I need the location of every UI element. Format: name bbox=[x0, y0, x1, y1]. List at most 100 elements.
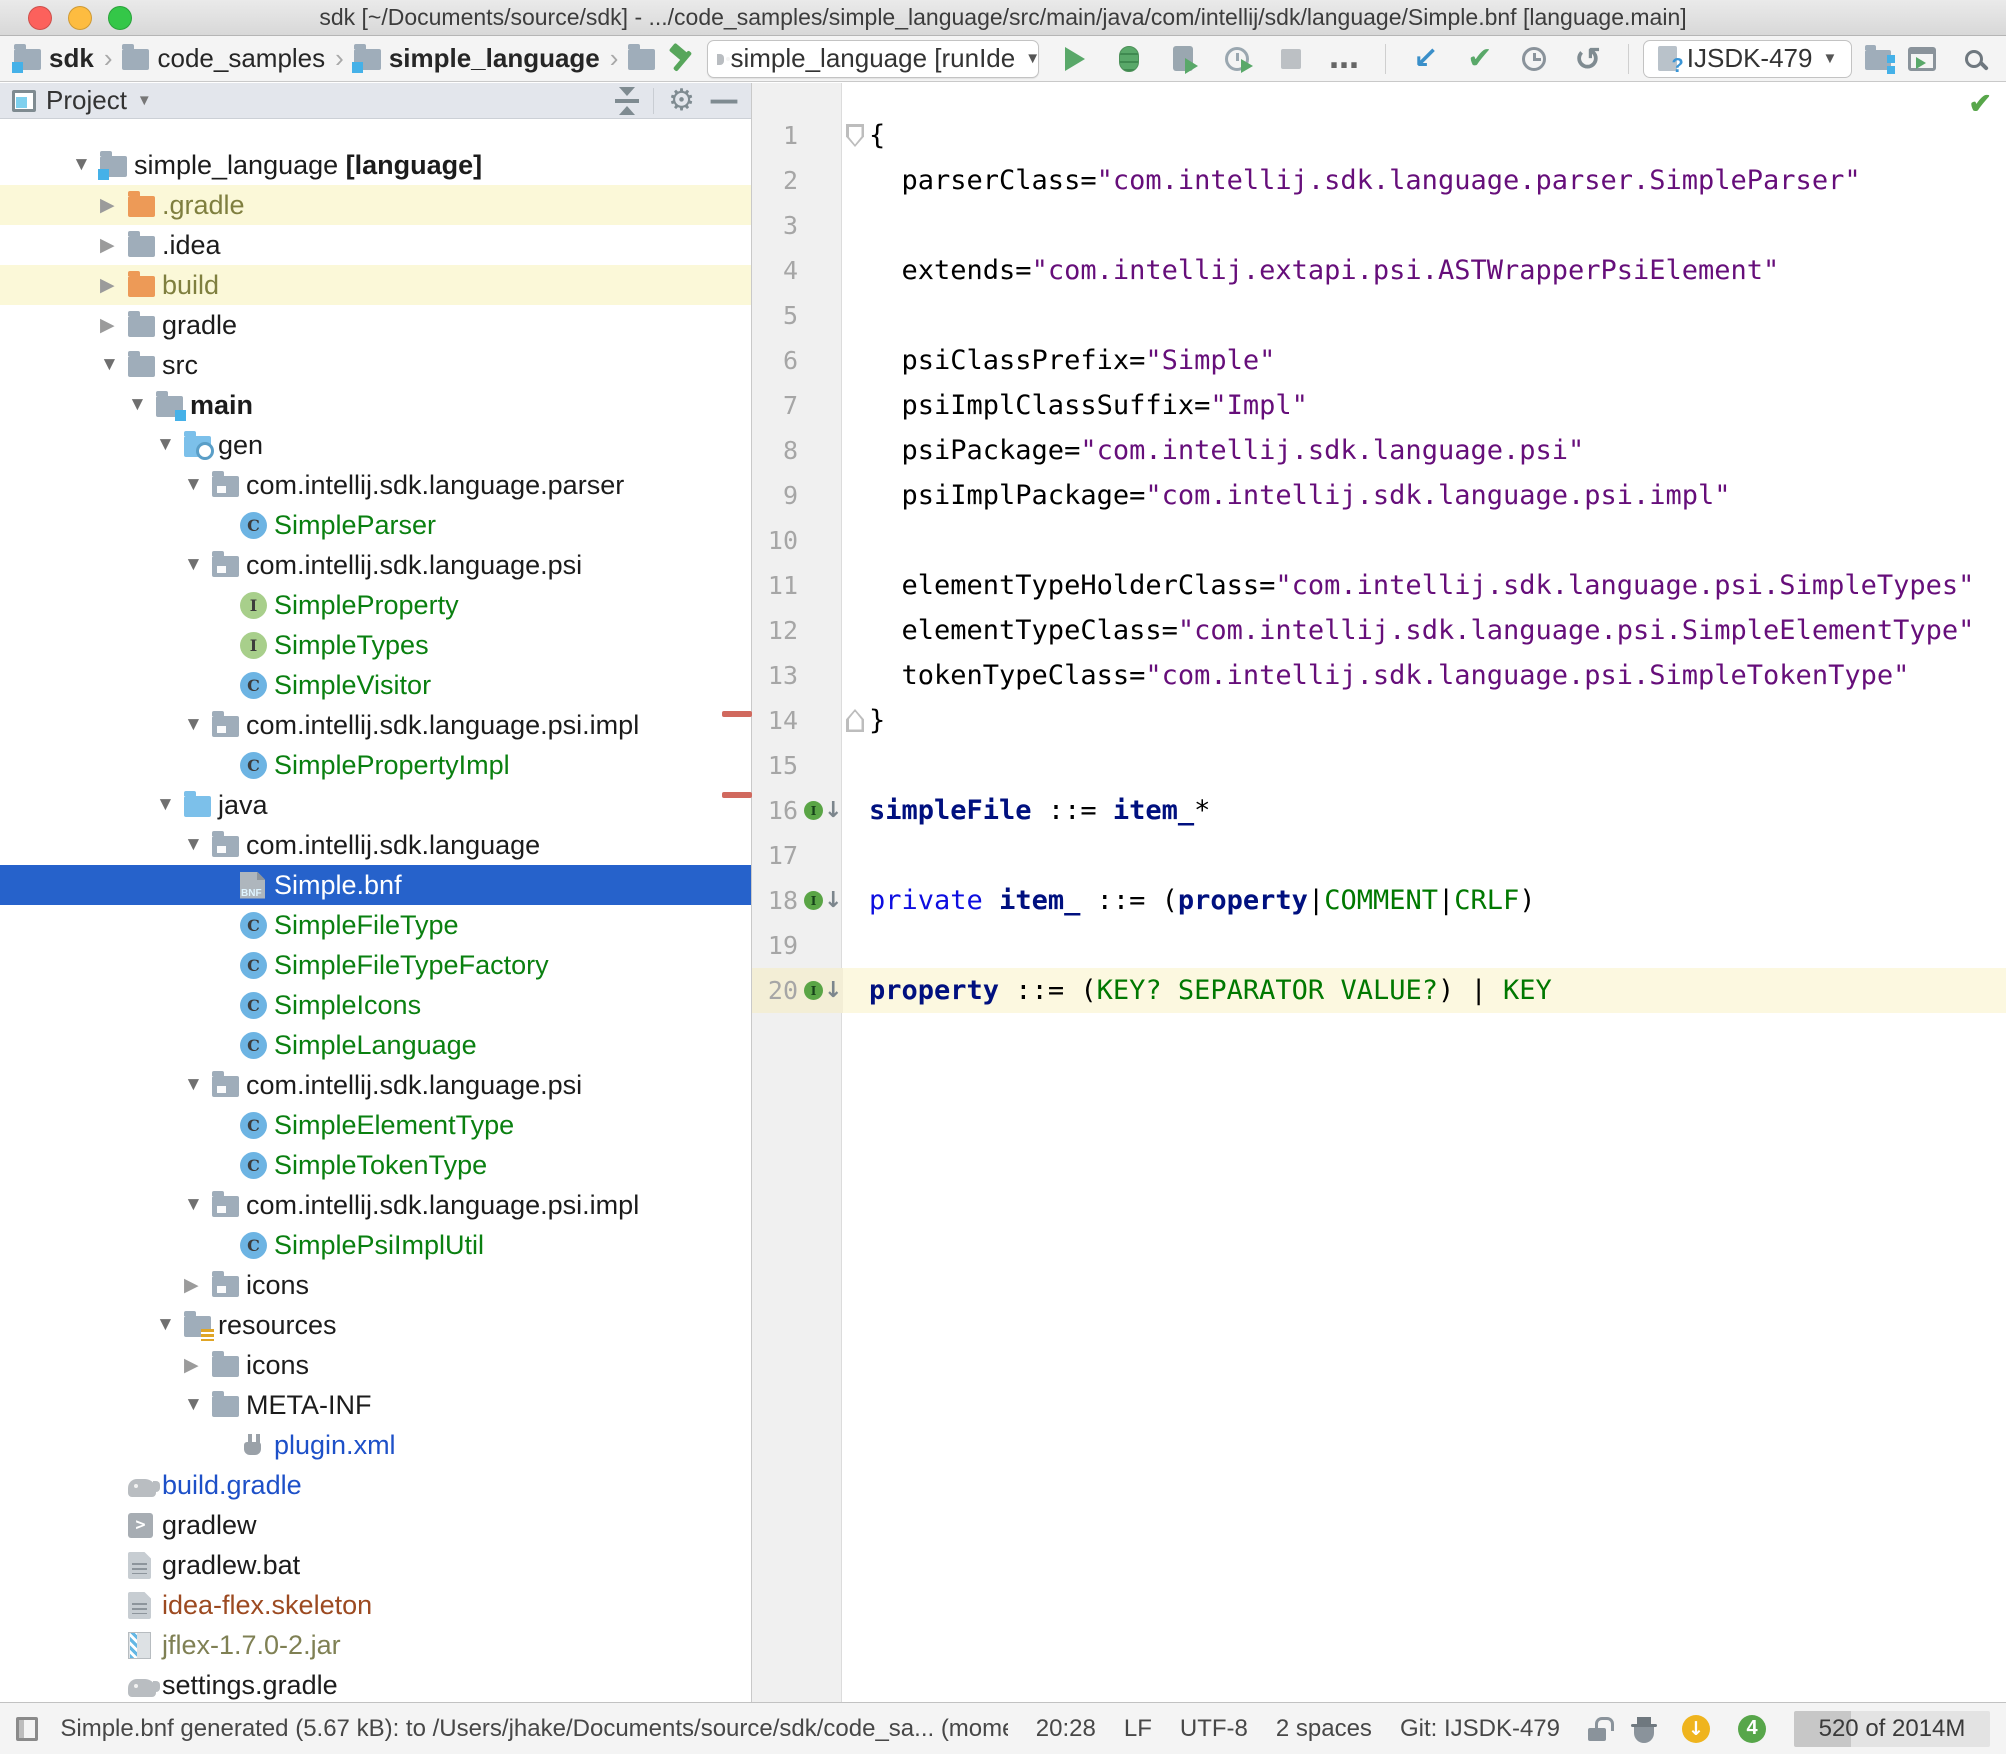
editor-line-2[interactable]: 2 parserClass="com.intellij.sdk.language… bbox=[752, 158, 2006, 203]
tree-item-simpleproperty[interactable]: ISimpleProperty bbox=[0, 585, 751, 625]
tree-item-simplefiletype[interactable]: CSimpleFileType bbox=[0, 905, 751, 945]
encoding-widget[interactable]: UTF-8 bbox=[1180, 1715, 1248, 1743]
editor-line-4[interactable]: 4 extends="com.intellij.extapi.psi.ASTWr… bbox=[752, 248, 2006, 293]
editor-line-15[interactable]: 15 bbox=[752, 743, 2006, 788]
chevron-down-icon[interactable]: ▼ bbox=[137, 92, 152, 109]
update-project-button[interactable]: ↙ bbox=[1408, 41, 1444, 77]
rollback-button[interactable]: ↺ bbox=[1570, 41, 1606, 77]
breadcrumb-item-simple-language[interactable]: simple_language bbox=[354, 43, 600, 74]
chevron-collapsed-icon[interactable]: ▶ bbox=[100, 234, 128, 257]
chevron-expanded-icon[interactable]: ▼ bbox=[184, 1074, 212, 1096]
editor-line-16[interactable]: 16I↓simpleFile ::= item_* bbox=[752, 788, 2006, 833]
caret-position-widget[interactable]: 20:28 bbox=[1036, 1715, 1096, 1743]
editor-line-13[interactable]: 13 tokenTypeClass="com.intellij.sdk.lang… bbox=[752, 653, 2006, 698]
tool-window-bars-toggle-icon[interactable] bbox=[16, 1717, 38, 1741]
code-editor[interactable]: 1{2 parserClass="com.intellij.sdk.langua… bbox=[752, 83, 2006, 1702]
tree-item-com-intellij-sdk-language-psi[interactable]: ▼com.intellij.sdk.language.psi bbox=[0, 1065, 751, 1105]
breadcrumb-item-sdk[interactable]: sdk bbox=[14, 43, 94, 74]
tree-item-build[interactable]: ▶build bbox=[0, 265, 751, 305]
line-separator-widget[interactable]: LF bbox=[1124, 1715, 1152, 1743]
stop-button[interactable] bbox=[1273, 41, 1309, 77]
project-panel-title[interactable]: Project bbox=[46, 85, 127, 116]
tree-item-gradlew[interactable]: gradlew bbox=[0, 1505, 751, 1545]
run-configuration-select[interactable]: simple_language [runIde ▼ bbox=[707, 40, 1039, 78]
tree-item-simpleicons[interactable]: CSimpleIcons bbox=[0, 985, 751, 1025]
chevron-expanded-icon[interactable]: ▼ bbox=[100, 354, 128, 376]
chevron-expanded-icon[interactable]: ▼ bbox=[156, 1314, 184, 1336]
editor-line-9[interactable]: 9 psiImplPackage="com.intellij.sdk.langu… bbox=[752, 473, 2006, 518]
chevron-expanded-icon[interactable]: ▼ bbox=[128, 394, 156, 416]
lock-icon[interactable] bbox=[1588, 1728, 1606, 1741]
tree-item-gen[interactable]: ▼gen bbox=[0, 425, 751, 465]
notification-badge[interactable]: 4 bbox=[1738, 1715, 1766, 1743]
tree-item-gradlew-bat[interactable]: gradlew.bat bbox=[0, 1545, 751, 1585]
tree-item-gradle[interactable]: ▶.gradle bbox=[0, 185, 751, 225]
editor-line-6[interactable]: 6 psiClassPrefix="Simple" bbox=[752, 338, 2006, 383]
vcs-branch-widget[interactable]: IJSDK-479 ▼ bbox=[1643, 40, 1853, 78]
tree-item-simplelanguage[interactable]: CSimpleLanguage bbox=[0, 1025, 751, 1065]
editor-line-5[interactable]: 5 bbox=[752, 293, 2006, 338]
tree-item-settings-gradle[interactable]: settings.gradle bbox=[0, 1665, 751, 1702]
chevron-expanded-icon[interactable]: ▼ bbox=[184, 1394, 212, 1416]
tree-item-com-intellij-sdk-language-psi-impl[interactable]: ▼com.intellij.sdk.language.psi.impl bbox=[0, 705, 751, 745]
tree-item-gradle[interactable]: ▶gradle bbox=[0, 305, 751, 345]
chevron-collapsed-icon[interactable]: ▶ bbox=[184, 1274, 212, 1297]
debug-button[interactable] bbox=[1111, 41, 1147, 77]
tree-item-jflex-1-7-0-2-jar[interactable]: jflex-1.7.0-2.jar bbox=[0, 1625, 751, 1665]
tree-item-simplefiletypefactory[interactable]: CSimpleFileTypeFactory bbox=[0, 945, 751, 985]
chevron-expanded-icon[interactable]: ▼ bbox=[72, 154, 100, 176]
rule-gutter-icon[interactable]: I↓ bbox=[804, 978, 842, 1003]
run-with-coverage-button[interactable] bbox=[1165, 41, 1201, 77]
chevron-expanded-icon[interactable]: ▼ bbox=[156, 434, 184, 456]
tree-item-com-intellij-sdk-language-parser[interactable]: ▼com.intellij.sdk.language.parser bbox=[0, 465, 751, 505]
chevron-expanded-icon[interactable]: ▼ bbox=[184, 714, 212, 736]
more-actions-button[interactable]: … bbox=[1327, 41, 1363, 77]
chevron-collapsed-icon[interactable]: ▶ bbox=[184, 1354, 212, 1377]
rule-gutter-icon[interactable]: I↓ bbox=[804, 798, 842, 823]
tree-item-idea[interactable]: ▶.idea bbox=[0, 225, 751, 265]
rule-gutter-icon[interactable]: I↓ bbox=[804, 888, 842, 913]
inspections-ok-icon[interactable]: ✔ bbox=[1969, 87, 1992, 120]
run-button[interactable] bbox=[1057, 41, 1093, 77]
vcs-branch-status-widget[interactable]: Git: IJSDK-479 bbox=[1400, 1715, 1560, 1743]
editor-line-14[interactable]: 14} bbox=[752, 698, 2006, 743]
tree-item-meta-inf[interactable]: ▼META-INF bbox=[0, 1385, 751, 1425]
tree-item-build-gradle[interactable]: build.gradle bbox=[0, 1465, 751, 1505]
build-project-button[interactable] bbox=[665, 41, 697, 77]
editor-line-19[interactable]: 19 bbox=[752, 923, 2006, 968]
hide-panel-button[interactable]: — bbox=[709, 83, 739, 118]
tree-item-simpletypes[interactable]: ISimpleTypes bbox=[0, 625, 751, 665]
project-structure-button[interactable] bbox=[1862, 41, 1894, 77]
tree-item-resources[interactable]: ▼resources bbox=[0, 1305, 751, 1345]
chevron-expanded-icon[interactable]: ▼ bbox=[184, 834, 212, 856]
tree-item-simpleparser[interactable]: CSimpleParser bbox=[0, 505, 751, 545]
tree-item-simple-bnf[interactable]: Simple.bnf bbox=[0, 865, 751, 905]
collapse-all-button[interactable] bbox=[615, 87, 639, 115]
tree-item-simpletokentype[interactable]: CSimpleTokenType bbox=[0, 1145, 751, 1185]
tree-item-simple-language[interactable]: ▼simple_language [language] bbox=[0, 145, 751, 185]
tool-window-button[interactable] bbox=[1904, 41, 1940, 77]
chevron-expanded-icon[interactable]: ▼ bbox=[156, 794, 184, 816]
chevron-collapsed-icon[interactable]: ▶ bbox=[100, 314, 128, 337]
tree-item-icons[interactable]: ▶icons bbox=[0, 1265, 751, 1305]
editor-line-18[interactable]: 18I↓private item_ ::= (property|COMMENT|… bbox=[752, 878, 2006, 923]
editor-line-20[interactable]: 20I↓property ::= (KEY? SEPARATOR VALUE?)… bbox=[752, 968, 2006, 1013]
fold-region-end-icon[interactable] bbox=[846, 709, 864, 732]
editor-line-8[interactable]: 8 psiPackage="com.intellij.sdk.language.… bbox=[752, 428, 2006, 473]
editor-line-17[interactable]: 17 bbox=[752, 833, 2006, 878]
editor-line-11[interactable]: 11 elementTypeHolderClass="com.intellij.… bbox=[752, 563, 2006, 608]
tree-item-java[interactable]: ▼java bbox=[0, 785, 751, 825]
tree-item-simplepsiimplutil[interactable]: CSimplePsiImplUtil bbox=[0, 1225, 751, 1265]
tree-item-plugin-xml[interactable]: plugin.xml bbox=[0, 1425, 751, 1465]
tree-item-simplepropertyimpl[interactable]: CSimplePropertyImpl bbox=[0, 745, 751, 785]
tree-item-com-intellij-sdk-language-psi[interactable]: ▼com.intellij.sdk.language.psi bbox=[0, 545, 751, 585]
chevron-expanded-icon[interactable]: ▼ bbox=[184, 1194, 212, 1216]
tree-item-src[interactable]: ▼src bbox=[0, 345, 751, 385]
tree-item-com-intellij-sdk-language-psi-impl[interactable]: ▼com.intellij.sdk.language.psi.impl bbox=[0, 1185, 751, 1225]
download-update-icon[interactable]: ↓ bbox=[1682, 1715, 1710, 1743]
memory-indicator[interactable]: 520 of 2014M bbox=[1794, 1711, 1990, 1747]
tree-item-main[interactable]: ▼main bbox=[0, 385, 751, 425]
chevron-collapsed-icon[interactable]: ▶ bbox=[100, 274, 128, 297]
breadcrumb-item-code-samples[interactable]: code_samples bbox=[122, 43, 325, 74]
chevron-expanded-icon[interactable]: ▼ bbox=[184, 474, 212, 496]
